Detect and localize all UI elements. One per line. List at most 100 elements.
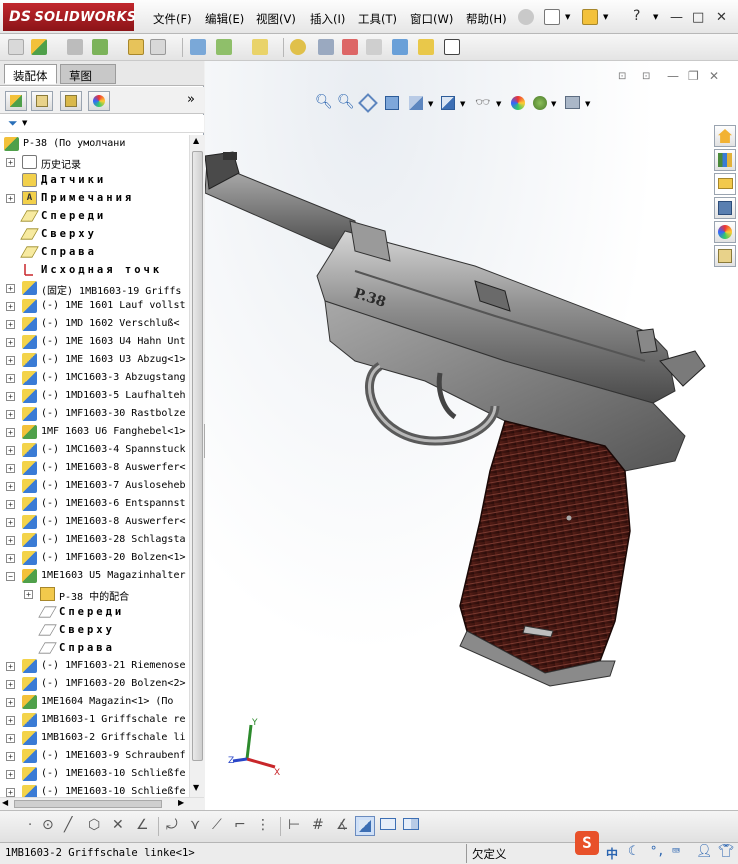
more-tabs-icon[interactable]: » <box>187 92 195 107</box>
menu-help[interactable]: 帮助(H) <box>466 11 507 27</box>
expand-icon[interactable]: + <box>6 662 15 671</box>
mate-icon[interactable] <box>67 39 83 55</box>
expand-icon[interactable]: + <box>6 698 15 707</box>
large-design-review-icon[interactable] <box>444 39 460 55</box>
tree-item[interactable]: P-38 (По умолчани <box>0 135 189 153</box>
menu-view[interactable]: 视图(V) <box>256 11 296 27</box>
expand-icon[interactable]: + <box>6 302 15 311</box>
chevron-down-icon[interactable]: ▼ <box>565 13 570 21</box>
polygon-icon[interactable]: ⬡ <box>88 817 100 833</box>
line-icon[interactable]: ╱ <box>64 817 72 833</box>
tree-item[interactable]: + (-) 1ME 1603 U4 Hahn Unt <box>0 333 189 351</box>
hole-alignment-icon[interactable] <box>392 39 408 55</box>
expand-icon[interactable]: + <box>6 536 15 545</box>
expand-icon[interactable]: + <box>6 194 15 203</box>
expand-icon[interactable]: + <box>6 158 15 167</box>
scrollbar-thumb[interactable] <box>14 800 162 808</box>
assembly-features-icon[interactable] <box>190 39 206 55</box>
offset-icon[interactable]: ⤾ <box>166 817 178 833</box>
split-vertical-icon[interactable] <box>403 818 419 830</box>
menu-file[interactable]: 文件(F) <box>153 11 192 27</box>
configurationmanager-icon[interactable] <box>60 91 82 111</box>
help-icon[interactable]: ? <box>633 8 640 24</box>
graphics-area[interactable]: ⊡ ⊡ — ❐ ✕ 🔍︎ 🔍︎ ▼ ▼ 👓︎ ▼ ▼ ▼ P.38 Y X Z <box>205 61 738 810</box>
tree-item[interactable]: + (-) 1MF1603-30 Rastbolze <box>0 405 189 423</box>
angle-icon[interactable]: ∠ <box>136 817 149 833</box>
tree-item[interactable]: + (-) 1MC1603-4 Spannstuck <box>0 441 189 459</box>
tree-item[interactable]: + (-) 1MC1603-3 Abzugstang <box>0 369 189 387</box>
expand-icon[interactable]: + <box>6 770 15 779</box>
expand-icon[interactable]: + <box>24 590 33 599</box>
scroll-down-icon[interactable]: ▼ <box>193 783 199 792</box>
expand-icon[interactable]: + <box>6 356 15 365</box>
menu-edit[interactable]: 编辑(E) <box>205 11 244 27</box>
tree-item[interactable]: + (-) 1MF1603-20 Bolzen<2> <box>0 675 189 693</box>
bill-of-materials-icon[interactable] <box>290 39 306 55</box>
expand-icon[interactable]: + <box>6 716 15 725</box>
expand-icon[interactable]: + <box>6 500 15 509</box>
interference-check-icon[interactable] <box>342 39 358 55</box>
propertymanager-icon[interactable] <box>31 91 53 111</box>
move-component-icon[interactable] <box>128 39 144 55</box>
circle-icon[interactable]: ⊙ <box>42 817 54 833</box>
dimension-icon[interactable]: ⊢ <box>288 817 300 833</box>
expand-icon[interactable]: + <box>6 374 15 383</box>
chevron-down-icon[interactable]: ▼ <box>653 13 658 21</box>
scroll-up-icon[interactable]: ▲ <box>193 136 199 145</box>
tree-item[interactable]: Спереди <box>0 603 189 621</box>
expand-icon[interactable]: + <box>6 752 15 761</box>
tree-item[interactable]: + (-) 1ME 1601 Lauf vollst <box>0 297 189 315</box>
mirror-icon[interactable]: ⋎ <box>190 817 200 833</box>
expand-icon[interactable]: + <box>6 518 15 527</box>
featuremanager-icon[interactable] <box>5 91 27 111</box>
tree-item[interactable]: +1MB1603-2 Griffschale li <box>0 729 189 747</box>
tree-item[interactable]: Датчики <box>0 171 189 189</box>
edit-component-icon[interactable] <box>8 39 24 55</box>
menu-insert[interactable]: 插入(I) <box>310 11 345 27</box>
chevron-down-icon[interactable]: ▼ <box>22 119 27 127</box>
collapse-icon[interactable]: − <box>6 572 15 581</box>
tree-item[interactable]: Сверху <box>0 621 189 639</box>
grid-icon[interactable]: # <box>312 817 324 833</box>
tab-sketch[interactable]: 草图 <box>60 64 116 84</box>
expand-icon[interactable]: + <box>6 734 15 743</box>
moon-icon[interactable]: ☾ <box>628 844 636 859</box>
show-hidden-icon[interactable] <box>150 39 166 55</box>
point-icon[interactable]: · <box>28 818 32 833</box>
expand-icon[interactable]: + <box>6 392 15 401</box>
exploded-view-icon[interactable] <box>318 39 334 55</box>
tree-item[interactable]: + (-) 1ME1603-10 Schließfe <box>0 783 189 797</box>
new-motion-study-icon[interactable] <box>252 39 268 55</box>
scroll-right-icon[interactable]: ▶ <box>178 798 184 807</box>
punctuation-icon[interactable]: °, <box>650 844 664 858</box>
new-document-icon[interactable] <box>544 9 560 25</box>
slot-icon[interactable]: ⟋ <box>212 817 222 833</box>
tree-item[interactable]: + (-) 1ME1603-28 Schlagsta <box>0 531 189 549</box>
reference-geometry-icon[interactable] <box>216 39 232 55</box>
skin-icon[interactable]: 👕︎ <box>718 844 735 859</box>
pin-icon[interactable] <box>518 9 534 25</box>
tree-item[interactable]: + (-) 1ME1603-6 Entspannst <box>0 495 189 513</box>
tab-assembly[interactable]: 装配体 <box>4 64 57 84</box>
tree-item[interactable]: + (-) 1ME 1603 U3 Abzug<1> <box>0 351 189 369</box>
centerline-icon[interactable]: ⋮ <box>256 817 270 833</box>
tree-item[interactable]: Спереди <box>0 207 189 225</box>
tree-item[interactable]: + (-) 1MF1603-21 Riemenose <box>0 657 189 675</box>
tree-item[interactable]: + A Примечания <box>0 189 189 207</box>
expand-icon[interactable]: + <box>6 680 15 689</box>
scroll-left-icon[interactable]: ◀ <box>2 798 8 807</box>
corner-rectangle-icon[interactable]: ⌐ <box>234 817 246 833</box>
split-horizontal-icon[interactable] <box>380 818 396 830</box>
tree-item[interactable]: +1ME1604 Magazin<1> (По <box>0 693 189 711</box>
tree-item[interactable]: + (-) 1MD 1602 Verschluß< <box>0 315 189 333</box>
solidworks-logo[interactable]: DS SOLIDWORKS <box>3 3 136 31</box>
expand-icon[interactable]: + <box>6 482 15 491</box>
tree-item[interactable]: Исходная точк <box>0 261 189 279</box>
menu-window[interactable]: 窗口(W) <box>410 11 453 27</box>
tree-item[interactable]: + (-) 1ME1603-8 Auswerfer< <box>0 513 189 531</box>
menu-tools[interactable]: 工具(T) <box>358 11 397 27</box>
model-viewport[interactable]: P.38 <box>205 61 738 810</box>
minimize-button[interactable]: — <box>670 10 683 25</box>
expand-icon[interactable]: + <box>6 554 15 563</box>
expand-icon[interactable]: + <box>6 338 15 347</box>
